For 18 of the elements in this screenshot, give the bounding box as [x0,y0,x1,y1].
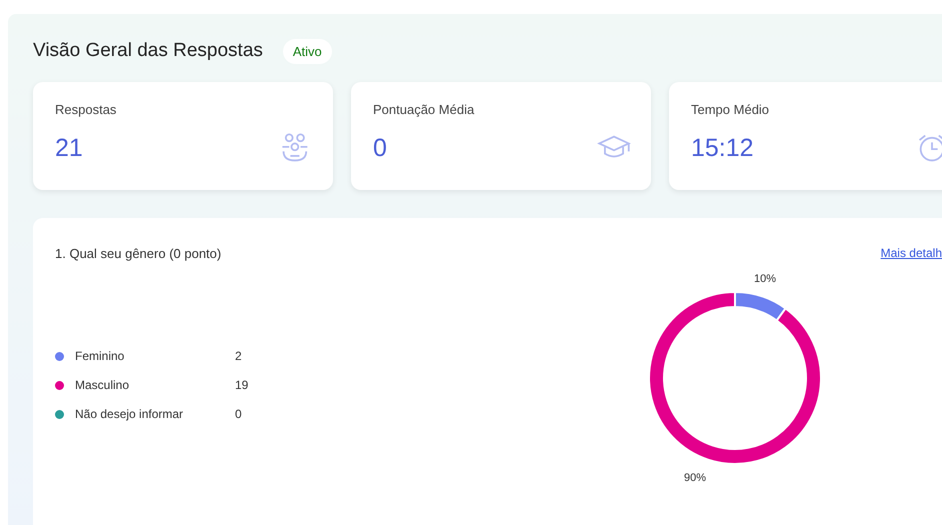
question-title: 1. Qual seu gênero (0 ponto) [55,246,222,261]
stat-value: 15:12 [691,134,754,162]
legend-count: 0 [235,407,243,421]
legend-count: 19 [235,378,250,392]
legend-count: 2 [235,349,243,363]
stat-label: Pontuação Média [373,102,476,117]
stat-label: Tempo Médio [691,102,770,117]
more-details-link[interactable]: Mais detalh [880,246,942,261]
stat-label: Respostas [55,102,118,117]
legend-label: Feminino [75,349,126,363]
stat-value: 21 [55,134,83,162]
legend-label: Não desejo informar [75,407,184,421]
value-label: 10% [754,273,776,285]
stat-value: 0 [373,134,387,162]
status-badge: Ativo [282,38,332,64]
legend-label: Masculino [75,378,130,392]
value-label: 90% [684,472,706,484]
page-title: Visão Geral das Respostas [33,40,263,62]
